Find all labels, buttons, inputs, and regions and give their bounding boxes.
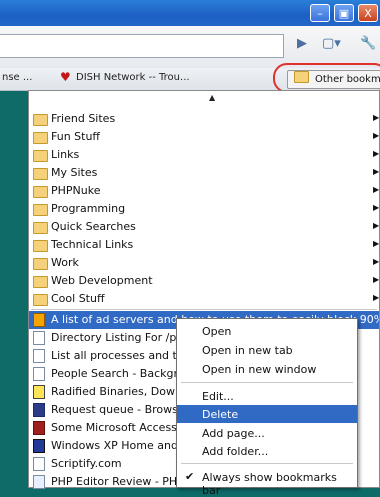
folder-icon: [33, 294, 48, 306]
context-item-add-folder[interactable]: Add folder...: [177, 442, 357, 460]
page-icon: [33, 349, 45, 363]
folder-item-technical-links[interactable]: Technical Links ▶: [29, 236, 379, 254]
folder-item-cool-stuff[interactable]: Cool Stuff ▶: [29, 290, 379, 308]
folder-item-phpnuke[interactable]: PHPNuke ▶: [29, 182, 379, 200]
submenu-arrow-icon: ▶: [373, 203, 379, 212]
folder-icon: [33, 168, 48, 180]
submenu-arrow-icon: ▶: [373, 113, 379, 122]
context-item-label: Add folder...: [202, 445, 269, 458]
submenu-arrow-icon: ▶: [373, 131, 379, 140]
menu-item-label: Fun Stuff: [51, 130, 101, 143]
address-bar[interactable]: [0, 34, 284, 58]
context-item-label: Open in new window: [202, 363, 317, 376]
menu-item-label: Scriptify.com: [51, 457, 122, 470]
page-icon: [33, 457, 45, 471]
folder-item-friend-sites[interactable]: Friend Sites ▶: [29, 110, 379, 128]
context-item-open-new-window[interactable]: Open in new window: [177, 360, 357, 378]
menu-item-label: Cool Stuff: [51, 292, 105, 305]
menu-item-label: PHPNuke: [51, 184, 101, 197]
submenu-arrow-icon: ▶: [373, 167, 379, 176]
menu-item-label: Work: [51, 256, 79, 269]
menu-item-label: Web Development: [51, 274, 153, 287]
context-divider: [181, 463, 353, 464]
bw-icon: [33, 439, 45, 453]
browser-toolbar: ▶ ▢▾ 🔧: [0, 26, 380, 68]
scroll-up-icon[interactable]: ▲: [209, 93, 215, 102]
folder-item-quick-searches[interactable]: Quick Searches ▶: [29, 218, 379, 236]
folder-icon: [33, 258, 48, 270]
context-item-label: Edit...: [202, 390, 234, 403]
submenu-arrow-icon: ▶: [373, 257, 379, 266]
bug-icon: [33, 403, 45, 417]
play-arrow-icon[interactable]: ▶: [297, 36, 307, 51]
folder-item-links[interactable]: Links ▶: [29, 146, 379, 164]
context-item-add-page[interactable]: Add page...: [177, 424, 357, 442]
bookmark-item[interactable]: nse ...: [2, 72, 32, 83]
folder-icon: [33, 114, 48, 126]
folder-item-my-sites[interactable]: My Sites ▶: [29, 164, 379, 182]
submenu-arrow-icon: ▶: [373, 149, 379, 158]
menu-item-label: My Sites: [51, 166, 98, 179]
submenu-arrow-icon: ▶: [373, 221, 379, 230]
menu-item-label: Technical Links: [51, 238, 134, 251]
context-item-label: Always show bookmarks bar: [202, 471, 337, 497]
php-icon: [33, 475, 45, 489]
folder-icon: [33, 276, 48, 288]
context-item-open-new-tab[interactable]: Open in new tab: [177, 341, 357, 359]
checkmark-icon: ✔: [185, 470, 195, 483]
minimize-button[interactable]: –: [310, 4, 330, 22]
context-item-label: Add page...: [202, 427, 265, 440]
folder-item-web-development[interactable]: Web Development ▶: [29, 272, 379, 290]
folder-item-programming[interactable]: Programming ▶: [29, 200, 379, 218]
context-item-label: Open: [202, 325, 232, 338]
menu-item-label: Quick Searches: [51, 220, 136, 233]
submenu-arrow-icon: ▶: [373, 275, 379, 284]
folder-icon: [33, 222, 48, 234]
radiation-icon: [33, 385, 45, 399]
folder-icon: [294, 71, 309, 83]
context-menu: Open Open in new tab Open in new window …: [176, 318, 358, 497]
wrench-icon[interactable]: 🔧: [360, 36, 376, 51]
context-item-delete[interactable]: Delete: [177, 405, 357, 423]
window-titlebar: – ▣ X: [0, 0, 380, 26]
submenu-arrow-icon: ▶: [373, 239, 379, 248]
folder-icon: [33, 132, 48, 144]
context-item-label: Open in new tab: [202, 344, 293, 357]
other-bookmarks-button[interactable]: Other bookmarks: [287, 70, 380, 89]
folder-item-work[interactable]: Work ▶: [29, 254, 379, 272]
submenu-arrow-icon: ▶: [373, 185, 379, 194]
context-item-label: Delete: [202, 408, 239, 421]
page-icon: [33, 331, 45, 345]
context-item-open[interactable]: Open: [177, 322, 357, 340]
submenu-arrow-icon: ▶: [373, 293, 379, 302]
other-bookmarks-label: Other bookmarks: [315, 74, 380, 85]
maximize-button[interactable]: ▣: [334, 4, 354, 22]
folder-icon: [33, 240, 48, 252]
page-menu-icon[interactable]: ▢▾: [322, 36, 341, 51]
folder-icon: [33, 204, 48, 216]
page-icon: [33, 367, 45, 381]
folder-icon: [33, 150, 48, 162]
context-item-always-show-bookmarks-bar[interactable]: ✔ Always show bookmarks bar: [177, 468, 357, 497]
dish-logo-icon: ♥: [60, 70, 71, 84]
menu-divider: [31, 309, 377, 310]
context-divider: [181, 382, 353, 383]
context-item-edit[interactable]: Edit...: [177, 387, 357, 405]
info-icon: [33, 313, 45, 327]
bookmark-item[interactable]: DISH Network -- Trou...: [76, 72, 190, 83]
menu-item-label: Links: [51, 148, 80, 161]
close-button[interactable]: X: [358, 4, 378, 22]
arrow-icon: [33, 421, 45, 435]
menu-item-label: Friend Sites: [51, 112, 116, 125]
folder-icon: [33, 186, 48, 198]
folder-item-fun-stuff[interactable]: Fun Stuff ▶: [29, 128, 379, 146]
menu-item-label: Programming: [51, 202, 126, 215]
